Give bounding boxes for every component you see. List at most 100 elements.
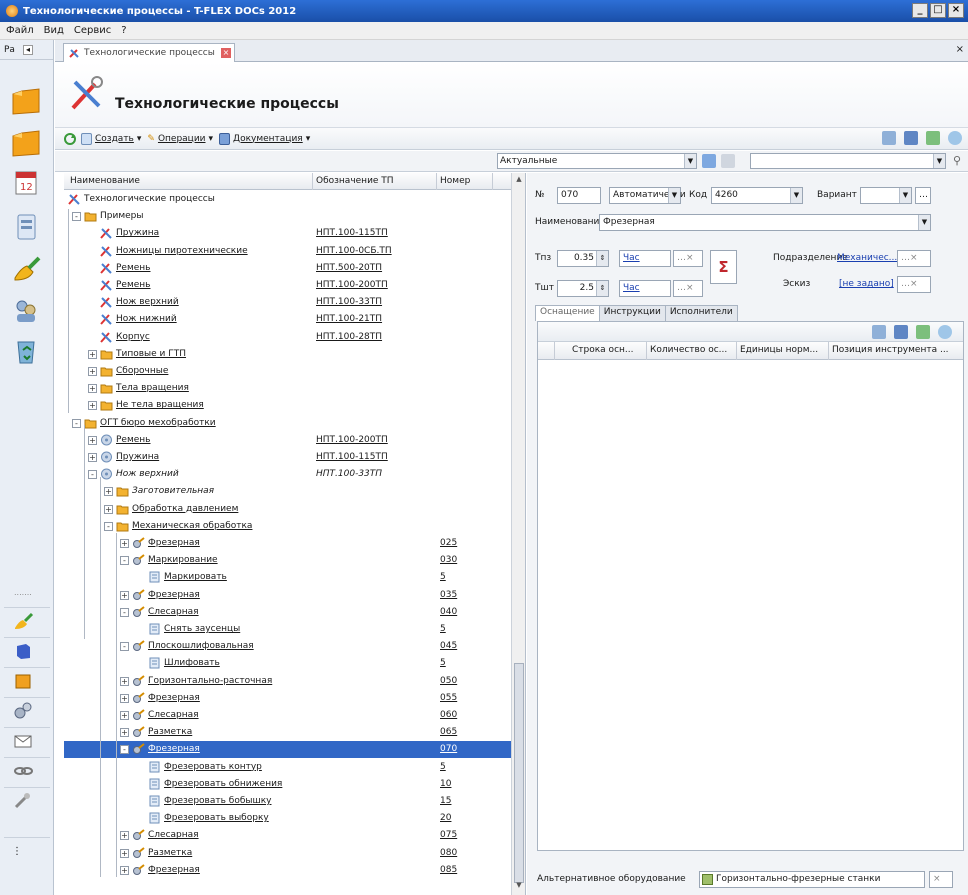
collapse-icon[interactable]: - xyxy=(72,418,81,428)
variant-browse-button[interactable]: … xyxy=(915,187,931,204)
nav-box-button[interactable] xyxy=(4,667,50,694)
name-field[interactable]: Фрезерная ▼ xyxy=(599,214,931,231)
expand-icon[interactable]: + xyxy=(120,865,129,875)
tree-row[interactable]: + Пружина НПТ.100-115ТП xyxy=(64,449,512,466)
minimize-button[interactable]: _ xyxy=(912,3,928,18)
menu-service[interactable]: Сервис xyxy=(74,25,111,36)
document-icon[interactable] xyxy=(9,212,43,242)
expand-icon[interactable]: + xyxy=(104,487,113,497)
tree-row[interactable]: - Плоскошлифовальная 045 xyxy=(64,638,512,655)
tree-row[interactable]: + Сборочные xyxy=(64,363,512,380)
tpz-clear-button[interactable]: …× xyxy=(673,250,703,267)
menu-file[interactable]: Файл xyxy=(6,25,34,36)
tree-row[interactable]: + Фрезерная 055 xyxy=(64,690,512,707)
tree-row[interactable]: - Фрезерная 070 xyxy=(64,741,512,759)
scroll-down-icon[interactable]: ▼ xyxy=(513,881,525,893)
tpz-input[interactable]: 0.35 ⇕ xyxy=(557,250,609,267)
tree-row[interactable]: Ремень НПТ.500-20ТП xyxy=(64,260,512,277)
collapse-icon[interactable]: - xyxy=(120,607,129,617)
expand-icon[interactable]: + xyxy=(120,693,129,703)
tab-instructions[interactable]: Инструкции xyxy=(598,305,666,321)
nav-chain-button[interactable] xyxy=(4,757,50,784)
tree-row[interactable]: Технологические процессы xyxy=(64,191,512,208)
tree-row[interactable]: + Фрезерная 085 xyxy=(64,862,512,879)
print-icon[interactable] xyxy=(916,325,930,339)
expand-icon[interactable]: + xyxy=(120,831,129,841)
tree-row[interactable]: + Горизонтально-расточная 050 xyxy=(64,673,512,690)
collapse-icon[interactable]: - xyxy=(88,470,97,480)
menu-view[interactable]: Вид xyxy=(44,25,64,36)
filter-icon[interactable]: ⚲ xyxy=(953,154,961,167)
operations-button[interactable]: ✎ Операции ▾ xyxy=(147,134,213,144)
expand-icon[interactable]: + xyxy=(120,590,129,600)
close-button[interactable]: × xyxy=(948,3,964,18)
tree-row[interactable]: + Слесарная 075 xyxy=(64,827,512,844)
folder-icon[interactable] xyxy=(9,128,43,158)
tree-row[interactable]: + Разметка 080 xyxy=(64,845,512,862)
tree-row[interactable]: Фрезеровать выборку 20 xyxy=(64,810,512,827)
tree-row[interactable]: - ОГТ бюро мехобработки xyxy=(64,415,512,432)
tree-row[interactable]: - Нож верхний НПТ.100-33ТП xyxy=(64,466,512,483)
nav-cube-button[interactable] xyxy=(4,637,50,664)
tree-row[interactable]: Шлифовать 5 xyxy=(64,655,512,672)
mode-select[interactable]: Автоматически ▼ xyxy=(609,187,686,204)
tree-row[interactable]: + Ремень НПТ.100-200ТП xyxy=(64,432,512,449)
alt-equipment-field[interactable]: Горизонтально-фрезерные станки xyxy=(699,871,925,888)
spin-icon[interactable]: ⇕ xyxy=(596,251,608,266)
view-settings-icon[interactable] xyxy=(904,131,918,145)
expand-icon[interactable]: + xyxy=(104,504,113,514)
grid-icon[interactable] xyxy=(721,154,735,168)
spin-icon[interactable]: ⇕ xyxy=(596,281,608,296)
expand-icon[interactable]: + xyxy=(88,367,97,376)
sum-button[interactable]: Σ xyxy=(710,250,737,284)
column-code-header[interactable]: Обозначение ТП xyxy=(316,176,394,186)
chevron-down-icon[interactable]: ▼ xyxy=(684,154,696,168)
column-header[interactable]: Позиция инструмента ... xyxy=(832,345,949,355)
expand-icon[interactable]: + xyxy=(120,676,129,686)
expand-icon[interactable]: + xyxy=(88,401,97,411)
tree-scrollbar[interactable]: ▲ ▼ xyxy=(511,173,525,895)
collapse-icon[interactable]: - xyxy=(120,642,129,652)
close-icon[interactable]: × xyxy=(221,48,231,58)
nav-brush-button[interactable] xyxy=(4,607,50,634)
tree-row[interactable]: Корпус НПТ.100-28ТП xyxy=(64,329,512,346)
tree-row[interactable]: - Механическая обработка xyxy=(64,518,512,535)
expand-icon[interactable]: + xyxy=(88,349,97,359)
print-icon[interactable] xyxy=(926,131,940,145)
column-header[interactable]: Строка осн... xyxy=(572,345,633,355)
folder-icon[interactable] xyxy=(9,86,43,116)
users-icon[interactable] xyxy=(882,131,896,145)
expand-icon[interactable]: + xyxy=(88,384,97,394)
tree-row[interactable]: Фрезеровать бобышку 15 xyxy=(64,793,512,810)
sketch-link[interactable]: [не задано] xyxy=(839,279,894,289)
collapse-icon[interactable]: - xyxy=(72,212,81,222)
calendar-icon[interactable]: 12 xyxy=(9,168,43,198)
tree-row[interactable]: + Фрезерная 035 xyxy=(64,587,512,604)
expand-icon[interactable]: + xyxy=(120,539,129,548)
brush-icon[interactable] xyxy=(9,254,43,284)
collapse-icon[interactable]: - xyxy=(120,556,129,566)
tree-row[interactable]: Маркировать 5 xyxy=(64,569,512,586)
column-header[interactable]: Единицы норм... xyxy=(740,345,818,355)
code-field[interactable]: 4260 ▼ xyxy=(711,187,803,204)
maximize-button[interactable]: □ xyxy=(930,3,946,18)
recycle-bin-icon[interactable] xyxy=(9,336,43,366)
tree-row[interactable]: + Тела вращения xyxy=(64,380,512,397)
nav-mail-button[interactable] xyxy=(4,727,50,754)
close-tab-area-icon[interactable]: × xyxy=(956,44,964,55)
view-settings-icon[interactable] xyxy=(894,325,908,339)
users-icon[interactable] xyxy=(872,325,886,339)
tsht-input[interactable]: 2.5 ⇕ xyxy=(557,280,609,297)
tab-executors[interactable]: Исполнители xyxy=(664,305,738,321)
tpz-unit-field[interactable]: Час xyxy=(619,250,671,267)
tree-row[interactable]: + Обработка давлением xyxy=(64,501,512,518)
tree-row[interactable]: + Слесарная 060 xyxy=(64,707,512,724)
panel-splitter[interactable]: ....... xyxy=(14,588,32,597)
tree-row[interactable]: Нож нижний НПТ.100-21ТП xyxy=(64,311,512,328)
sketch-clear-button[interactable]: …× xyxy=(897,276,931,293)
tree-row[interactable]: + Разметка 065 xyxy=(64,724,512,741)
chevron-down-icon[interactable]: ▼ xyxy=(899,188,911,203)
column-name-header[interactable]: Наименование xyxy=(70,176,140,186)
nav-gears-button[interactable] xyxy=(4,697,50,724)
chevron-down-icon[interactable]: ▼ xyxy=(933,154,945,168)
